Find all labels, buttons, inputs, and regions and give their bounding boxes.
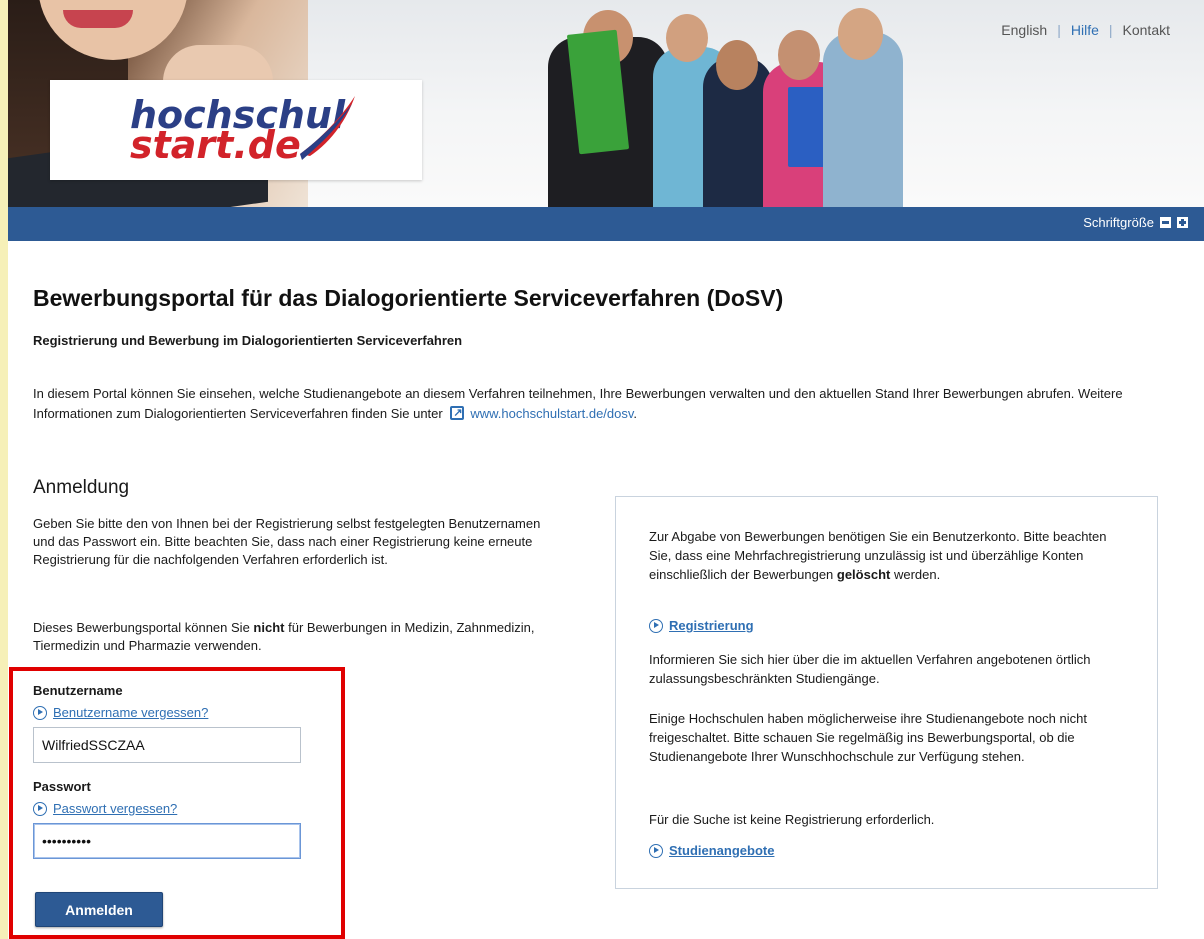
intro-text: In diesem Portal können Sie einsehen, we… (33, 384, 1163, 424)
password-input[interactable] (33, 823, 301, 859)
info-unpublished-text: Einige Hochschulen haben möglicherweise … (649, 711, 1087, 764)
logo-swoosh-icon (300, 96, 355, 160)
courses-link[interactable]: Studienangebote (649, 843, 774, 858)
info-courses-text: Informieren Sie sich hier über die im ak… (649, 652, 1091, 686)
login-description: Geben Sie bitte den von Ihnen bei der Re… (33, 516, 541, 567)
link-hilfe[interactable]: Hilfe (1071, 22, 1099, 38)
top-nav: English | Hilfe | Kontakt (1001, 22, 1170, 38)
link-english[interactable]: English (1001, 22, 1047, 38)
register-link[interactable]: Registrierung (649, 618, 754, 633)
font-decrease-icon[interactable] (1160, 217, 1171, 228)
login-button[interactable]: Anmelden (35, 892, 163, 927)
info-search-text: Für die Suche ist keine Registrierung er… (649, 812, 935, 827)
arrow-circle-icon (649, 843, 663, 858)
external-link-icon (450, 403, 465, 423)
hero-image-students (538, 0, 908, 207)
page-subtitle: Registrierung und Bewerbung im Dialogori… (33, 333, 463, 348)
logo[interactable]: hochschul start.de (50, 80, 422, 180)
username-label: Benutzername (33, 683, 123, 698)
toolbar: Schriftgröße (8, 207, 1204, 241)
font-increase-icon[interactable] (1177, 217, 1188, 228)
username-input[interactable] (33, 727, 301, 763)
font-size-controls: Schriftgröße (1083, 215, 1188, 230)
arrow-circle-icon (649, 618, 663, 633)
info-account-text: Zur Abgabe von Bewerbungen benötigen Sie… (649, 529, 1107, 582)
page-title: Bewerbungsportal für das Dialogorientier… (33, 285, 784, 311)
font-size-label: Schriftgröße (1083, 215, 1154, 230)
forgot-password-link[interactable]: Passwort vergessen? (33, 801, 177, 816)
forgot-username-link[interactable]: Benutzername vergessen? (33, 705, 208, 720)
password-label: Passwort (33, 779, 91, 794)
link-kontakt[interactable]: Kontakt (1123, 22, 1170, 38)
page-left-edge (0, 0, 8, 939)
dosv-link[interactable]: www.hochschulstart.de/dosv (470, 406, 633, 421)
header-banner: hochschul start.de English | Hilfe | Kontakt (8, 0, 1204, 207)
arrow-circle-icon (33, 801, 47, 816)
arrow-circle-icon (33, 705, 47, 720)
login-title: Anmeldung (33, 477, 130, 498)
info-box: Zur Abgabe von Bewerbungen benötigen Sie… (615, 496, 1158, 889)
login-restriction-note: Dieses Bewerbungsportal können Sie nicht… (33, 620, 535, 653)
